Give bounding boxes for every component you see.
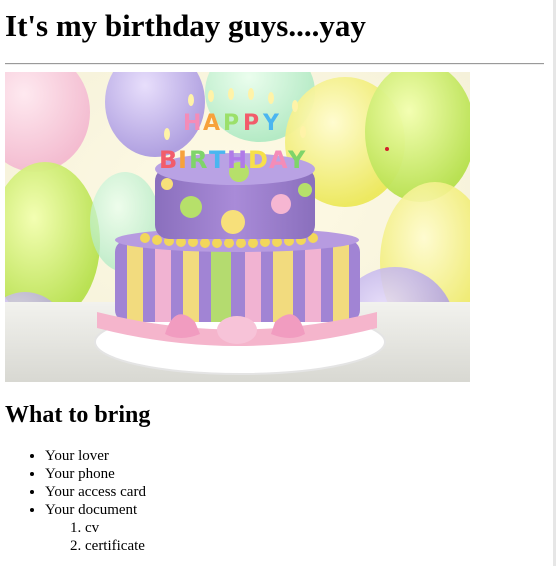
list-item: Your phone xyxy=(45,465,556,483)
bring-list: Your lover Your phone Your access card Y… xyxy=(5,447,556,555)
sublist-item: certificate xyxy=(85,537,556,555)
svg-text:Y: Y xyxy=(287,146,306,174)
page-title: It's my birthday guys....yay xyxy=(5,8,366,43)
list-item: Your access card xyxy=(45,483,556,501)
sublist-item: cv xyxy=(85,519,556,537)
svg-text:A: A xyxy=(203,111,220,136)
svg-text:B: B xyxy=(159,146,177,174)
birthday-cake-image: H A P P Y B I R T H D A Y xyxy=(5,72,470,382)
list-item: Your lover xyxy=(45,447,556,465)
svg-text:R: R xyxy=(189,146,207,174)
svg-text:I: I xyxy=(178,146,187,174)
svg-text:T: T xyxy=(209,146,226,174)
svg-text:A: A xyxy=(269,146,288,174)
divider xyxy=(5,63,544,65)
list-item-label: Your document xyxy=(45,502,138,518)
document-sublist: cv certificate xyxy=(45,519,556,555)
page: It's my birthday guys....yay H A P P Y B… xyxy=(0,0,556,566)
svg-text:D: D xyxy=(248,146,268,174)
section-heading: What to bring xyxy=(5,402,151,428)
list-item: Your document cv certificate xyxy=(45,501,556,555)
svg-text:Y: Y xyxy=(262,111,280,136)
svg-text:H: H xyxy=(227,146,247,174)
svg-text:P: P xyxy=(243,111,259,136)
svg-text:P: P xyxy=(223,111,239,136)
svg-text:H: H xyxy=(183,111,201,136)
